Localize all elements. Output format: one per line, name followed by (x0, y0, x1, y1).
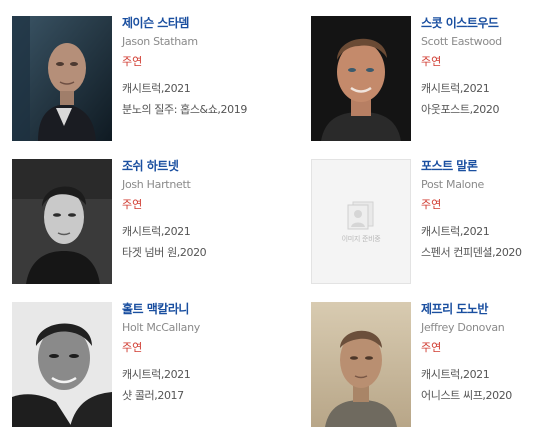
placeholder-text: 이미지 준비중 (341, 234, 381, 243)
actor-info: 제프리 도노반 Jeffrey Donovan 주연 캐시트럭,2021 어니스… (421, 302, 552, 403)
actor-photo[interactable] (311, 302, 411, 427)
actor-info: 홀트 맥칼라니 Holt McCallany 주연 캐시트럭,2021 샷 콜러… (122, 302, 262, 403)
work-item: 캐시트럭,2021 (122, 82, 191, 95)
cast-card-post-malone: 이미지 준비중 포스트 말론 Post Malone 주연 캐시트럭,2021 … (311, 159, 552, 285)
actor-name-ko[interactable]: 포스트 말론 (421, 159, 552, 174)
actor-name-en: Holt McCallany (122, 321, 200, 334)
actor-photo-image (12, 302, 112, 427)
work-item: 타겟 넘버 원,2020 (122, 246, 207, 259)
actor-role: 주연 (122, 341, 143, 354)
actor-photo[interactable] (311, 16, 411, 141)
actor-photo[interactable] (12, 159, 112, 284)
actor-photo-image (12, 16, 112, 141)
no-image-icon (347, 201, 374, 229)
actor-name-ko[interactable]: 제이슨 스타뎀 (122, 16, 262, 31)
work-item: 캐시트럭,2021 (421, 225, 490, 238)
actor-photo[interactable] (12, 302, 112, 427)
actor-role: 주연 (421, 341, 442, 354)
actor-name-en: Scott Eastwood (421, 35, 502, 48)
actor-name-en: Jeffrey Donovan (421, 321, 505, 334)
actor-name-en: Post Malone (421, 178, 484, 191)
cast-card-josh-hartnett: 조쉬 하트넷 Josh Hartnett 주연 캐시트럭,2021 타겟 넘버 … (12, 159, 262, 285)
work-item: 캐시트럭,2021 (421, 82, 490, 95)
cast-card-scott-eastwood: 스콧 이스트우드 Scott Eastwood 주연 캐시트럭,2021 아웃포… (311, 16, 552, 142)
actor-info: 조쉬 하트넷 Josh Hartnett 주연 캐시트럭,2021 타겟 넘버 … (122, 159, 262, 260)
actor-info: 제이슨 스타뎀 Jason Statham 주연 캐시트럭,2021 분노의 질… (122, 16, 262, 117)
work-item: 샷 콜러,2017 (122, 389, 184, 402)
actor-photo-image (12, 159, 112, 284)
work-item: 스펜서 컨피덴셜,2020 (421, 246, 522, 259)
work-item: 캐시트럭,2021 (122, 225, 191, 238)
actor-name-ko[interactable]: 조쉬 하트넷 (122, 159, 262, 174)
cast-card-jason-statham: 제이슨 스타뎀 Jason Statham 주연 캐시트럭,2021 분노의 질… (12, 16, 262, 142)
actor-name-ko[interactable]: 스콧 이스트우드 (421, 16, 552, 31)
work-item: 어니스트 씨프,2020 (421, 389, 512, 402)
image-placeholder[interactable]: 이미지 준비중 (311, 159, 411, 284)
actor-name-en: Josh Hartnett (122, 178, 191, 191)
actor-info: 포스트 말론 Post Malone 주연 캐시트럭,2021 스펜서 컨피덴셜… (421, 159, 552, 260)
actor-name-ko[interactable]: 홀트 맥칼라니 (122, 302, 262, 317)
work-item: 분노의 질주: 홉스&쇼,2019 (122, 103, 247, 116)
cast-card-jeffrey-donovan: 제프리 도노반 Jeffrey Donovan 주연 캐시트럭,2021 어니스… (311, 302, 552, 428)
actor-role: 주연 (421, 55, 442, 68)
actor-photo-image (311, 16, 411, 141)
actor-info: 스콧 이스트우드 Scott Eastwood 주연 캐시트럭,2021 아웃포… (421, 16, 552, 117)
actor-name-ko[interactable]: 제프리 도노반 (421, 302, 552, 317)
actor-role: 주연 (421, 198, 442, 211)
work-item: 캐시트럭,2021 (421, 368, 490, 381)
work-item: 아웃포스트,2020 (421, 103, 500, 116)
actor-role: 주연 (122, 198, 143, 211)
cast-card-holt-mccallany: 홀트 맥칼라니 Holt McCallany 주연 캐시트럭,2021 샷 콜러… (12, 302, 262, 428)
actor-role: 주연 (122, 55, 143, 68)
actor-photo-image (311, 302, 411, 427)
actor-name-en: Jason Statham (122, 35, 198, 48)
actor-photo[interactable] (12, 16, 112, 141)
work-item: 캐시트럭,2021 (122, 368, 191, 381)
